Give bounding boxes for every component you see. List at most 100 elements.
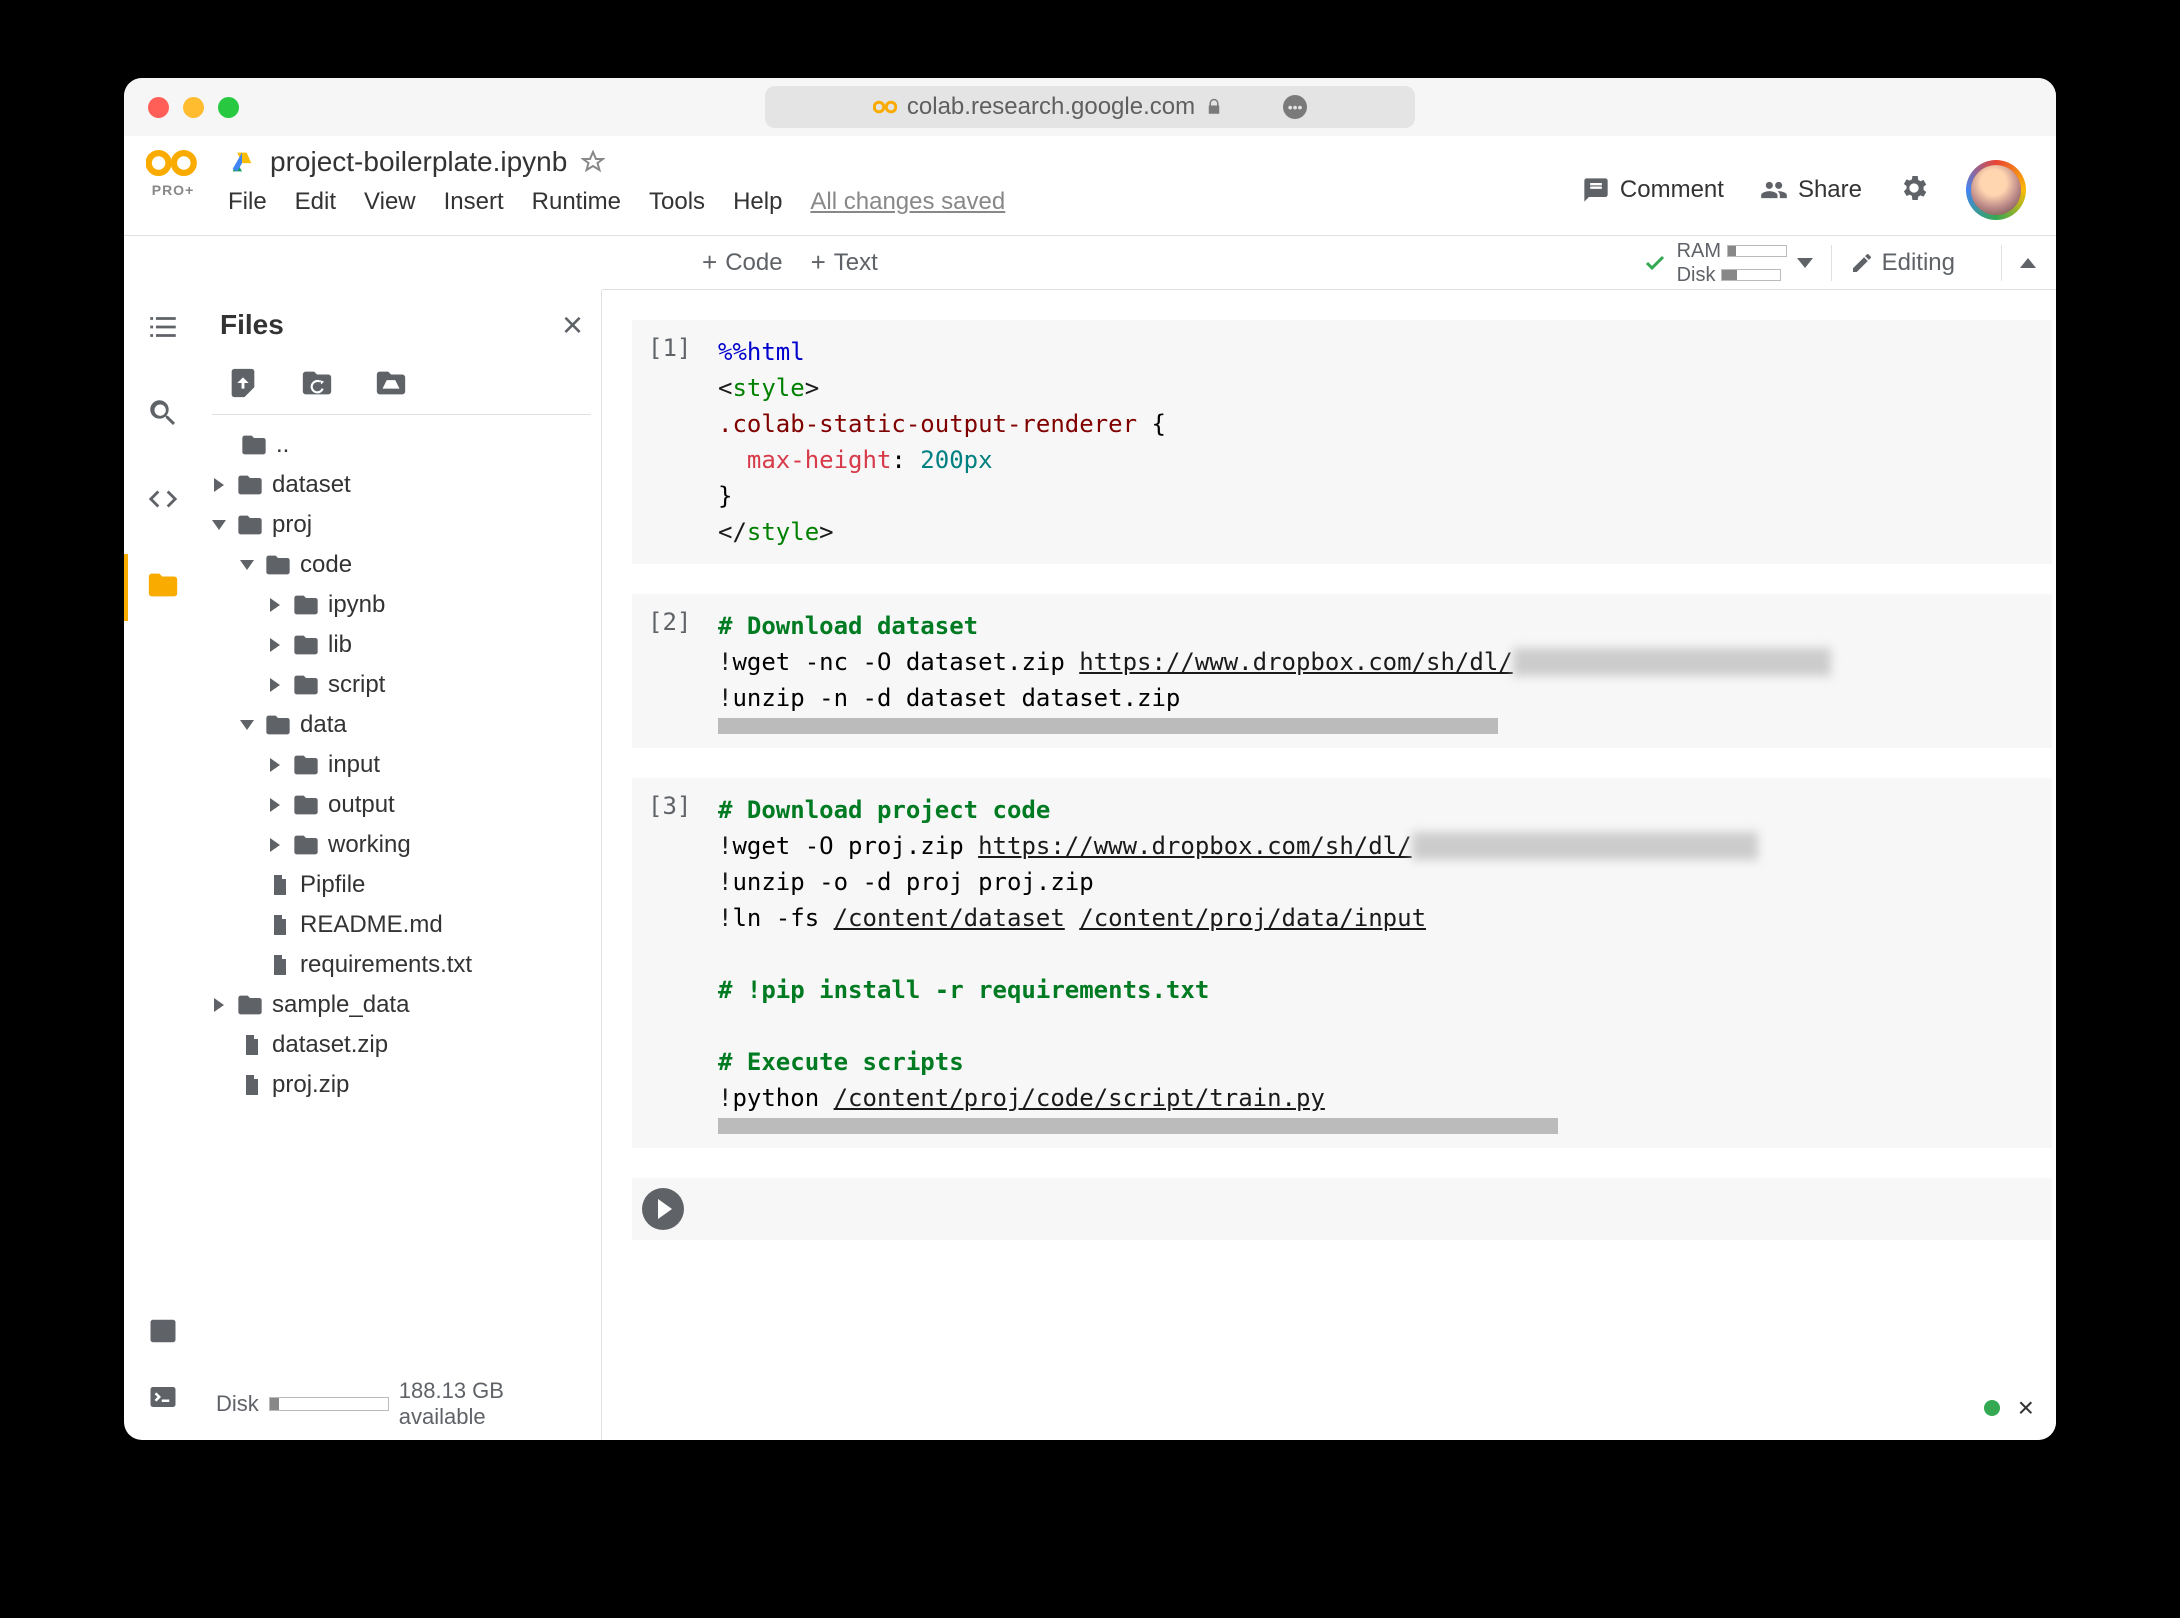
comment-button[interactable]: Comment bbox=[1582, 176, 1724, 204]
share-icon bbox=[1760, 176, 1788, 204]
code-snippets-icon[interactable] bbox=[146, 482, 180, 516]
menu-help[interactable]: Help bbox=[733, 188, 782, 216]
folder-icon bbox=[236, 471, 264, 499]
comment-icon bbox=[1582, 176, 1610, 204]
tree-item-proj[interactable]: proj bbox=[210, 505, 593, 545]
folder-icon bbox=[146, 568, 180, 602]
tree-item-lib[interactable]: lib bbox=[210, 625, 593, 665]
file-icon bbox=[268, 951, 292, 979]
folder-icon bbox=[264, 711, 292, 739]
close-window-button[interactable] bbox=[148, 97, 169, 118]
more-icon[interactable]: ••• bbox=[1283, 95, 1307, 119]
menu-tools[interactable]: Tools bbox=[649, 188, 705, 216]
resource-monitor[interactable]: RAM Disk bbox=[1643, 239, 1813, 287]
add-text-button[interactable]: +Text bbox=[811, 247, 878, 278]
url-bar[interactable]: colab.research.google.com ••• bbox=[765, 86, 1415, 128]
horizontal-scrollbar[interactable] bbox=[718, 718, 1498, 734]
folder-icon bbox=[236, 991, 264, 1019]
redacted-url: xxxxxxxxxxxxxxxxxxxxxx bbox=[1513, 648, 1831, 676]
tree-item-data[interactable]: data bbox=[210, 705, 593, 745]
collapse-button[interactable] bbox=[2020, 258, 2036, 268]
tree-item-parent[interactable]: .. bbox=[210, 425, 593, 465]
save-status[interactable]: All changes saved bbox=[810, 188, 1005, 216]
folder-icon bbox=[236, 511, 264, 539]
code-cell-2[interactable]: [2] # Download dataset !wget -nc -O data… bbox=[632, 594, 2052, 748]
browser-window: colab.research.google.com ••• PRO+ proje… bbox=[124, 78, 2056, 1440]
dismiss-button[interactable]: × bbox=[2018, 1392, 2034, 1424]
minimize-window-button[interactable] bbox=[183, 97, 204, 118]
folder-icon bbox=[264, 551, 292, 579]
cell-number: [3] bbox=[648, 792, 718, 1134]
tree-item-input[interactable]: input bbox=[210, 745, 593, 785]
new-cell-area bbox=[632, 1178, 2052, 1240]
user-avatar[interactable] bbox=[1966, 160, 2026, 220]
add-code-button[interactable]: +Code bbox=[702, 247, 783, 278]
menu-view[interactable]: View bbox=[364, 188, 416, 216]
editing-mode-button[interactable]: Editing bbox=[1850, 249, 1955, 277]
star-icon[interactable] bbox=[581, 150, 605, 174]
code-cell-1[interactable]: [1] %%html <style> .colab-static-output-… bbox=[632, 320, 2052, 564]
tree-item-readme[interactable]: README.md bbox=[210, 905, 593, 945]
caret-down-icon[interactable] bbox=[1797, 258, 1813, 268]
file-icon bbox=[240, 1071, 264, 1099]
file-icon bbox=[240, 1031, 264, 1059]
tree-item-requirements[interactable]: requirements.txt bbox=[210, 945, 593, 985]
code-cell-3[interactable]: [3] # Download project code !wget -O pro… bbox=[632, 778, 2052, 1148]
cell-number: [1] bbox=[648, 334, 718, 550]
tree-item-proj-zip[interactable]: proj.zip bbox=[210, 1065, 593, 1105]
pencil-icon bbox=[1850, 251, 1874, 275]
cell-number: [2] bbox=[648, 608, 718, 734]
lock-icon bbox=[1205, 98, 1223, 116]
share-button[interactable]: Share bbox=[1760, 176, 1862, 204]
notebook-area: [1] %%html <style> .colab-static-output-… bbox=[602, 290, 2056, 1440]
search-icon[interactable] bbox=[146, 396, 180, 430]
redacted-url: xxxxxxxxxxxxxxxxxxxxxxxx bbox=[1412, 832, 1759, 860]
upload-file-icon[interactable] bbox=[226, 366, 260, 400]
maximize-window-button[interactable] bbox=[218, 97, 239, 118]
file-tree: .. dataset proj code ipynb lib script da… bbox=[202, 415, 601, 1368]
file-icon bbox=[268, 911, 292, 939]
folder-icon bbox=[292, 591, 320, 619]
file-icon bbox=[268, 871, 292, 899]
tree-item-sample-data[interactable]: sample_data bbox=[210, 985, 593, 1025]
variables-icon[interactable] bbox=[148, 1316, 178, 1346]
tree-item-ipynb[interactable]: ipynb bbox=[210, 585, 593, 625]
tree-item-pipfile[interactable]: Pipfile bbox=[210, 865, 593, 905]
menu-edit[interactable]: Edit bbox=[295, 188, 336, 216]
menu-insert[interactable]: Insert bbox=[444, 188, 504, 216]
cell-code[interactable]: # Download project code !wget -O proj.zi… bbox=[718, 792, 2036, 1134]
tree-item-output[interactable]: output bbox=[210, 785, 593, 825]
menu-runtime[interactable]: Runtime bbox=[532, 188, 621, 216]
check-icon bbox=[1643, 251, 1667, 275]
tree-item-script[interactable]: script bbox=[210, 665, 593, 705]
run-cell-button[interactable] bbox=[642, 1188, 684, 1230]
toc-icon[interactable] bbox=[146, 310, 180, 344]
menu-file[interactable]: File bbox=[228, 188, 267, 216]
cell-code[interactable]: %%html <style> .colab-static-output-rend… bbox=[718, 334, 2036, 550]
horizontal-scrollbar[interactable] bbox=[718, 1118, 1558, 1134]
folder-icon bbox=[292, 671, 320, 699]
disk-usage: Disk 188.13 GB available bbox=[202, 1368, 601, 1440]
close-panel-button[interactable]: × bbox=[562, 304, 583, 346]
url-text: colab.research.google.com bbox=[907, 93, 1195, 121]
tree-item-working[interactable]: working bbox=[210, 825, 593, 865]
drive-icon bbox=[228, 148, 256, 176]
folder-icon bbox=[292, 631, 320, 659]
cell-code[interactable]: # Download dataset !wget -nc -O dataset.… bbox=[718, 608, 2036, 734]
files-tab[interactable] bbox=[146, 568, 180, 607]
tree-item-dataset-zip[interactable]: dataset.zip bbox=[210, 1025, 593, 1065]
colab-logo[interactable]: PRO+ bbox=[138, 146, 208, 198]
refresh-folder-icon[interactable] bbox=[300, 366, 334, 400]
mount-drive-icon[interactable] bbox=[374, 366, 408, 400]
gear-icon bbox=[1898, 172, 1930, 204]
settings-button[interactable] bbox=[1898, 172, 1930, 209]
colab-header: PRO+ project-boilerplate.ipynb File Edit… bbox=[124, 136, 2056, 236]
notebook-title[interactable]: project-boilerplate.ipynb bbox=[270, 146, 567, 178]
logo-pro-label: PRO+ bbox=[138, 182, 208, 198]
ram-bar bbox=[1727, 245, 1787, 257]
tree-item-dataset[interactable]: dataset bbox=[210, 465, 593, 505]
mac-titlebar: colab.research.google.com ••• bbox=[124, 78, 2056, 136]
terminal-icon[interactable] bbox=[148, 1382, 178, 1412]
tree-item-code[interactable]: code bbox=[210, 545, 593, 585]
folder-icon bbox=[292, 751, 320, 779]
